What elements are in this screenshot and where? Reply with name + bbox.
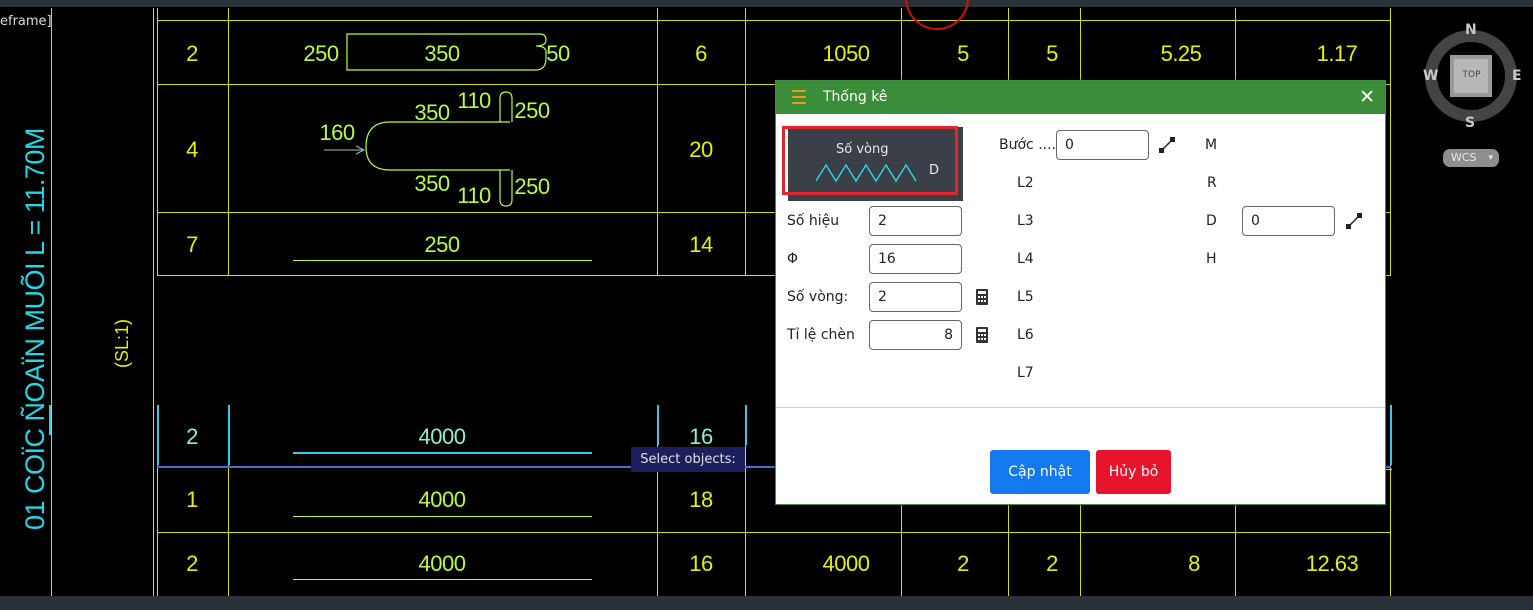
update-button[interactable]: Cập nhật — [990, 450, 1090, 494]
wcs-menu[interactable]: WCS ▾ — [1443, 149, 1499, 167]
cell: 350 — [414, 171, 450, 196]
buoc-input[interactable]: 0 — [1056, 130, 1149, 160]
selection-marker — [905, 0, 969, 30]
cell: 2 — [186, 551, 198, 576]
thong-ke-dialog: Thống kê ✕ Số vòng D Số hiệu 2 Φ 16 Số v… — [775, 80, 1386, 505]
h-label: H — [1206, 251, 1217, 267]
wcs-label: WCS — [1451, 151, 1477, 164]
cell: 6 — [695, 41, 707, 66]
cell: 14 — [689, 232, 713, 257]
cell: 16 — [689, 551, 713, 576]
cell: 4000 — [418, 424, 466, 449]
cell: 2 — [186, 41, 198, 66]
ti-le-chen-input[interactable]: 8 — [869, 320, 962, 350]
l2-label: L2 — [1017, 175, 1034, 191]
cell: 5 — [957, 41, 969, 66]
r-label: R — [1207, 175, 1217, 191]
cell: 5 — [1046, 41, 1058, 66]
dialog-title: Thống kê — [823, 89, 888, 105]
ti-le-chen-label: Tỉ lệ chèn — [787, 327, 855, 343]
viewcube-top[interactable]: TOP — [1457, 70, 1486, 80]
cell: 160 — [319, 120, 355, 145]
l7-label: L7 — [1017, 365, 1034, 381]
cell: 50 — [546, 41, 570, 66]
cell: 4000 — [822, 551, 870, 576]
phi-input[interactable]: 16 — [869, 244, 962, 274]
cell: 8 — [1188, 551, 1200, 576]
phi-label: Φ — [787, 251, 799, 267]
cell: 110 — [457, 183, 491, 208]
drawing-title: 01 COÏC ÑOAÏN MUÕI L = 11.70M — [20, 128, 50, 530]
cell: 1050 — [822, 41, 870, 66]
compass-east[interactable]: E — [1512, 68, 1522, 84]
drawing-subtitle: (SL:1) — [112, 318, 132, 368]
cell: 350 — [424, 41, 460, 66]
so-vong-input[interactable]: 2 — [869, 282, 962, 312]
cell: 1 — [186, 487, 198, 512]
calculator-icon[interactable] — [974, 327, 990, 343]
compass-north[interactable]: N — [1465, 22, 1477, 38]
close-icon[interactable]: ✕ — [1359, 81, 1375, 114]
cell: 18 — [689, 487, 713, 512]
menu-icon — [792, 90, 806, 106]
chevron-down-icon: ▾ — [1488, 153, 1493, 163]
cell: 5.25 — [1160, 41, 1202, 66]
pick-distance-icon[interactable] — [1159, 137, 1175, 153]
cell: 4000 — [418, 551, 466, 576]
dialog-title-bar[interactable]: Thống kê ✕ — [776, 81, 1385, 114]
l4-label: L4 — [1017, 251, 1034, 267]
l5-label: L5 — [1017, 289, 1034, 305]
cell: 2 — [186, 424, 198, 449]
viewport-label[interactable]: eframe] — [0, 14, 52, 29]
highlight-box — [782, 126, 958, 195]
m-label: M — [1205, 137, 1218, 153]
buoc-label: Bước .... — [999, 137, 1056, 153]
command-prompt: Select objects: — [631, 447, 745, 472]
cell: 7 — [186, 232, 198, 257]
cell: 4 — [186, 137, 198, 162]
cell: 2 — [957, 551, 969, 576]
cancel-button[interactable]: Hủy bỏ — [1096, 450, 1171, 494]
d-label: D — [1206, 213, 1217, 229]
cell: 1.17 — [1316, 41, 1358, 66]
calculator-icon[interactable] — [974, 289, 990, 305]
cell: 2 — [1046, 551, 1058, 576]
so-hieu-label: Số hiệu — [787, 213, 840, 229]
top-border — [0, 0, 1533, 7]
so-hieu-input[interactable]: 2 — [869, 206, 962, 236]
viewcube[interactable]: N S E W TOP — [1423, 22, 1522, 134]
cell: 250 — [514, 98, 550, 123]
cell: 12.63 — [1305, 551, 1359, 576]
cell: 4000 — [418, 487, 466, 512]
cell: 110 — [457, 88, 491, 113]
compass-south[interactable]: S — [1465, 115, 1475, 131]
cell: 250 — [424, 232, 460, 257]
l3-label: L3 — [1017, 213, 1034, 229]
cell: 350 — [414, 100, 450, 125]
l6-label: L6 — [1017, 327, 1034, 343]
so-vong-label: Số vòng: — [787, 289, 849, 305]
cell: 250 — [303, 41, 339, 66]
d-input[interactable]: 0 — [1242, 206, 1335, 236]
cell: 20 — [689, 137, 713, 162]
cell: 250 — [514, 174, 550, 199]
pick-distance-icon[interactable] — [1346, 213, 1362, 229]
compass-west[interactable]: W — [1423, 68, 1438, 84]
bottom-border — [0, 596, 1533, 610]
divider — [776, 407, 1385, 408]
